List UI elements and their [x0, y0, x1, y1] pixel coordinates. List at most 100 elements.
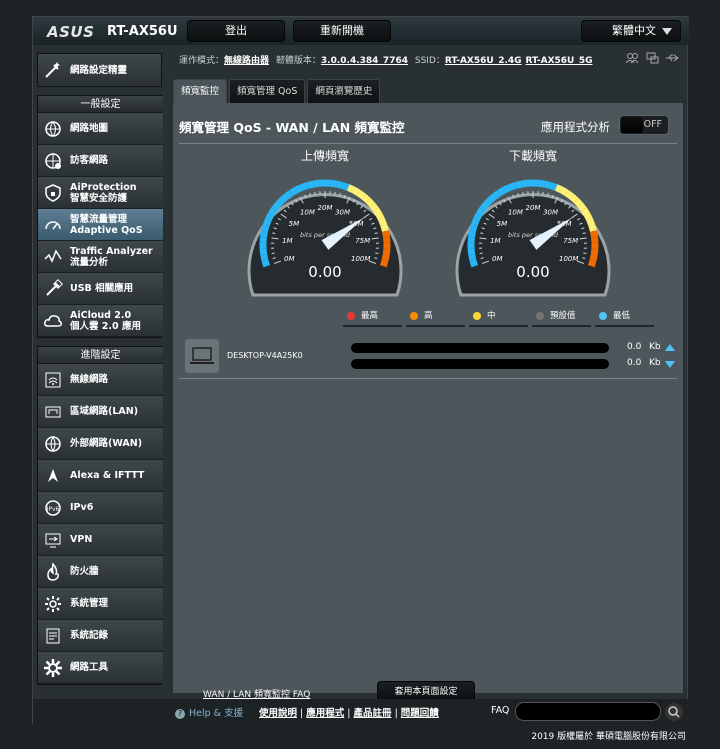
tab-web-history[interactable]: 網頁瀏覽歷史: [307, 79, 381, 103]
sidebar-item-label: AiCloud 2.0 個人雲 2.0 應用: [70, 309, 141, 332]
upload-gauge-tick-label: 100M: [351, 255, 370, 263]
sidebar-item-quick-setup[interactable]: 網路設定精靈: [37, 53, 162, 87]
priority-label: 預設值: [550, 311, 576, 321]
sidebar-item-admin-gear[interactable]: 系統管理: [38, 588, 163, 620]
download-gauge-tick-label: 10M: [508, 208, 523, 216]
status-info-bar: 運作模式：無線路由器 韌體版本：3.0.0.4.384_7764 SSID：RT…: [179, 53, 597, 66]
sidebar-item-tools-gear[interactable]: 網路工具: [38, 652, 163, 684]
mode-value-link[interactable]: 無線路由器: [224, 56, 269, 66]
traffic-icon: [42, 246, 64, 268]
download-unit: Kb: [649, 358, 661, 368]
priority-legend-item: 中: [469, 309, 528, 327]
log-icon: [42, 625, 64, 647]
footer-link-feedback[interactable]: 問題回饋: [401, 708, 439, 719]
laptop-icon: [185, 339, 219, 373]
app-analysis-label: 應用程式分析: [541, 120, 610, 134]
sidebar-item-wan[interactable]: 外部網路(WAN): [38, 428, 163, 460]
upload-gauge-arc-segment: [379, 259, 389, 268]
download-gauge-arc-segment: [520, 179, 528, 188]
sidebar-item-ipv6[interactable]: IPv6 IPv6: [38, 492, 163, 524]
download-gauge-tick-label: 75M: [563, 237, 578, 245]
upload-gauge-arc-segment: [378, 218, 388, 227]
faq-search-input[interactable]: [515, 702, 661, 721]
sidebar-item-firewall[interactable]: 防火牆: [38, 556, 163, 588]
download-gauge-arc-segment: [577, 202, 587, 212]
tab-qos[interactable]: 頻寬管理 QoS: [229, 79, 306, 103]
upload-gauge-arc-segment: [275, 197, 285, 208]
upload-gauge-arc-segment: [365, 197, 375, 208]
devices-icon[interactable]: [645, 52, 659, 64]
download-gauge-arc-segment: [469, 259, 479, 268]
download-gauge-arc-segment: [514, 180, 522, 189]
sidebar-item-lan[interactable]: 區域網路(LAN): [38, 396, 163, 428]
footer-link-register[interactable]: 產品註冊: [354, 708, 392, 719]
ipv6-icon: IPv6: [42, 497, 64, 519]
sidebar-item-label: USB 相關應用: [70, 283, 134, 294]
reboot-button[interactable]: 重新開機: [293, 20, 391, 42]
ssid-24g-link[interactable]: RT-AX56U_2.4G: [445, 56, 522, 66]
upload-gauge-tick: [334, 191, 336, 196]
copyright: 2019 版權屬於 華碩電腦股份有限公司: [531, 732, 686, 742]
sidebar-item-log[interactable]: 系統記錄: [38, 620, 163, 652]
device-name: DESKTOP-V4A25K0: [227, 351, 303, 360]
upload-gauge-arc-segment: [382, 248, 391, 256]
sidebar-item-guest-network[interactable]: 訪客網路: [38, 145, 163, 177]
help-support-link[interactable]: ? Help & 支援: [175, 705, 243, 719]
upload-gauge-arc-segment: [294, 184, 304, 194]
ssid-5g-link[interactable]: RT-AX56U_5G: [526, 56, 593, 66]
upload-gauge-tick: [374, 232, 378, 235]
sidebar-item-traffic[interactable]: Traffic Analyzer 流量分析: [38, 241, 163, 273]
download-gauge-arc-segment: [580, 207, 591, 217]
sidebar-item-usb[interactable]: USB 相關應用: [38, 273, 163, 305]
sidebar-item-label: 系統管理: [70, 598, 109, 609]
priority-dot: [536, 312, 544, 320]
search-button[interactable]: [665, 703, 683, 721]
users-icon[interactable]: [625, 52, 639, 64]
footer: ? Help & 支援 使用說明 | 應用程式 | 產品註冊 | 問題回饋 FAQ: [33, 699, 689, 725]
download-speed-gauge: 0M1M5M10M20M30M50M75M100Mbits per second…: [455, 179, 611, 297]
app-analysis-toggle[interactable]: OFF: [619, 115, 669, 135]
sidebar-item-wireless[interactable]: 無線網路: [38, 364, 163, 396]
toggle-state: OFF: [643, 119, 662, 130]
router-admin-window: ASUS RT-AX56U 登出 重新開機 繁體中文 運作模式：無線路由器 韌體…: [32, 16, 689, 725]
divider: [179, 143, 677, 144]
help-icon: ?: [175, 709, 185, 719]
download-bar: [351, 359, 609, 369]
upload-gauge-arc-segment: [381, 230, 390, 238]
upload-gauge-arc-segment: [271, 202, 281, 212]
mode-label: 運作模式：: [179, 56, 225, 66]
sidebar-item-shield[interactable]: AiProtection 智慧安全防護: [38, 177, 163, 209]
advanced-settings-title: 進階設定: [38, 347, 163, 364]
download-gauge-tick: [480, 232, 484, 235]
priority-legend-item: 預設值: [532, 309, 591, 327]
priority-dot: [347, 312, 355, 320]
sidebar-item-network-map[interactable]: 網路地圖: [38, 113, 163, 145]
sidebar-item-qos-gauge[interactable]: 智慧流量管理 Adaptive QoS: [38, 209, 163, 241]
alexa-icon: [42, 465, 64, 487]
sidebar-item-vpn[interactable]: VPN: [38, 524, 163, 556]
language-select[interactable]: 繁體中文: [581, 20, 681, 42]
upload-unit: Kb: [649, 342, 661, 352]
advanced-settings-group: 進階設定 無線網路 區域網路(LAN) 外部網路(WAN) Alexa & IFTTT…: [37, 346, 163, 685]
usb-icon: [42, 278, 64, 300]
upload-gauge-arc-segment: [306, 180, 314, 189]
download-gauge-tick-label: 1M: [490, 237, 501, 245]
usb-status-icon[interactable]: [665, 52, 679, 64]
upload-gauge-arc-segment: [356, 190, 366, 200]
sidebar-item-alexa[interactable]: Alexa & IFTTT: [38, 460, 163, 492]
upload-speed-value: 0.00: [308, 263, 341, 281]
download-gauge-arc-segment: [483, 197, 493, 208]
download-gauge-arc-segment: [502, 184, 512, 194]
logout-button[interactable]: 登出: [187, 20, 285, 42]
download-gauge-tick: [522, 191, 524, 196]
footer-link-apps[interactable]: 應用程式: [306, 708, 344, 719]
tab-bandwidth-monitor[interactable]: 頻寬監控: [173, 79, 228, 103]
sidebar-item-label: AiProtection 智慧安全防護: [70, 181, 137, 204]
upload-speed-gauge: 0M1M5M10M20M30M50M75M100Mbits per second…: [247, 179, 403, 297]
sidebar-item-cloud[interactable]: AiCloud 2.0 個人雲 2.0 應用: [38, 305, 163, 337]
download-gauge-arc-segment: [589, 254, 598, 262]
footer-link-manual[interactable]: 使用說明: [259, 708, 297, 719]
firmware-value-link[interactable]: 3.0.0.4.384_7764: [321, 56, 408, 66]
upload-gauge-arc-segment: [351, 186, 361, 196]
wan-icon: [42, 433, 64, 455]
